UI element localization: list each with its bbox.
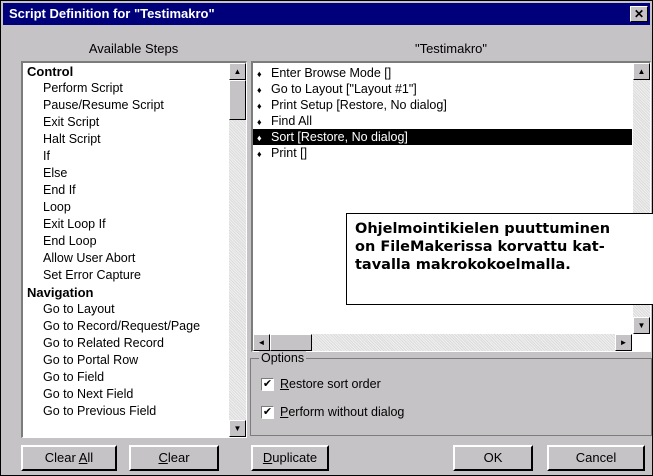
script-step-row[interactable]: ♦ Print [] xyxy=(253,145,632,161)
script-name-header: "Testimakro" xyxy=(414,41,488,56)
script-step-text: Sort [Restore, No dialog] xyxy=(271,130,408,144)
available-step-item[interactable]: Allow User Abort xyxy=(23,250,200,267)
clear-button[interactable]: Clear xyxy=(129,445,219,471)
available-step-item[interactable]: Pause/Resume Script xyxy=(23,97,200,114)
available-step-item[interactable]: Go to Previous Field xyxy=(23,403,200,420)
script-step-row[interactable]: ♦ Print Setup [Restore, No dialog] xyxy=(253,97,632,113)
restore-sort-order-checkbox[interactable]: ✔ xyxy=(261,378,274,392)
scroll-left-button[interactable]: ◄ xyxy=(253,334,270,351)
scroll-right-button[interactable]: ► xyxy=(615,334,632,351)
options-group: Options ✔ Restore sort order ✔ Perform wit… xyxy=(250,351,652,436)
script-step-text: Print [] xyxy=(271,146,308,160)
available-step-item[interactable]: Loop xyxy=(23,199,200,216)
script-step-row[interactable]: ♦ Sort [Restore, No dialog] xyxy=(253,129,632,145)
available-steps-items: Control Perform Script Pause/Resume Script… xyxy=(23,63,200,420)
available-steps-list[interactable]: Control Perform Script Pause/Resume Script… xyxy=(21,61,247,438)
scroll-up-button[interactable]: ▲ xyxy=(633,63,650,80)
ok-label: OK xyxy=(483,450,503,465)
script-definition-dialog: Script Definition for "Testimakro" ✕ Ava… xyxy=(0,0,653,476)
script-step-row[interactable]: ♦ Find All xyxy=(253,113,632,129)
available-step-item[interactable]: Go to Field xyxy=(23,369,200,386)
move-handle-icon[interactable]: ♦ xyxy=(257,114,271,130)
annotation-line: on FileMakerissa korvattu kat- xyxy=(355,239,605,255)
available-step-item[interactable]: End Loop xyxy=(23,233,200,250)
available-step-item[interactable]: Go to Portal Row xyxy=(23,352,200,369)
clear-all-label: Clear All xyxy=(44,450,94,465)
clear-all-button[interactable]: Clear All xyxy=(21,445,117,471)
horizontal-scroll-thumb[interactable] xyxy=(270,334,312,351)
available-step-item[interactable]: If xyxy=(23,148,200,165)
script-steps-items: ♦ Enter Browse Mode [] ♦ Go to Layout ["Lay… xyxy=(253,65,632,161)
perform-without-dialog-checkbox[interactable]: ✔ xyxy=(261,406,274,420)
move-handle-icon[interactable]: ♦ xyxy=(257,146,271,162)
move-handle-icon[interactable]: ♦ xyxy=(257,130,271,146)
annotation-callout: Ohjelmointikielen puuttuminen on FileMak… xyxy=(346,213,653,305)
step-category: Control xyxy=(27,64,74,79)
script-horizontal-scrollbar[interactable]: ◄ ► xyxy=(253,334,632,351)
restore-sort-order-label: Restore sort order xyxy=(280,377,381,391)
close-button[interactable]: ✕ xyxy=(630,6,648,22)
perform-without-dialog-option[interactable]: ✔ Perform without dialog xyxy=(261,405,404,421)
available-step-item[interactable]: Go to Layout xyxy=(23,301,200,318)
available-step-item[interactable]: Halt Script xyxy=(23,131,200,148)
clear-label: Clear xyxy=(158,450,190,465)
step-category: Navigation xyxy=(27,285,94,300)
available-step-item[interactable]: Else xyxy=(23,165,200,182)
available-step-item[interactable]: Exit Loop If xyxy=(23,216,200,233)
available-steps-scrollbar[interactable]: ▲ ▼ xyxy=(229,63,246,437)
options-legend: Options xyxy=(259,351,307,365)
move-handle-icon[interactable]: ♦ xyxy=(257,82,271,98)
script-step-text: Print Setup [Restore, No dialog] xyxy=(271,98,447,112)
title-bar[interactable]: Script Definition for "Testimakro" ✕ xyxy=(3,3,650,25)
available-step-item[interactable]: Go to Next Field xyxy=(23,386,200,403)
available-step-item[interactable]: Go to Record/Request/Page xyxy=(23,318,200,335)
scroll-thumb[interactable] xyxy=(229,80,246,120)
move-handle-icon[interactable]: ♦ xyxy=(257,98,271,114)
available-step-item[interactable]: Set Error Capture xyxy=(23,267,200,284)
available-step-item[interactable]: Exit Script xyxy=(23,114,200,131)
script-step-text: Find All xyxy=(271,114,312,128)
scroll-down-button[interactable]: ▼ xyxy=(229,420,246,437)
window-title: Script Definition for "Testimakro" xyxy=(9,6,215,21)
script-step-text: Go to Layout ["Layout #1"] xyxy=(271,82,417,96)
cancel-label: Cancel xyxy=(575,450,617,465)
close-icon: ✕ xyxy=(633,7,645,21)
available-step-item[interactable]: End If xyxy=(23,182,200,199)
script-step-row[interactable]: ♦ Go to Layout ["Layout #1"] xyxy=(253,81,632,97)
script-step-row[interactable]: ♦ Enter Browse Mode [] xyxy=(253,65,632,81)
script-steps-list[interactable]: ♦ Enter Browse Mode [] ♦ Go to Layout ["Lay… xyxy=(251,61,651,352)
duplicate-label: Duplicate xyxy=(262,450,318,465)
scroll-up-button[interactable]: ▲ xyxy=(229,63,246,80)
available-step-item[interactable]: Perform Script xyxy=(23,80,200,97)
script-step-text: Enter Browse Mode [] xyxy=(271,66,392,80)
available-step-item[interactable]: Go to Related Record xyxy=(23,335,200,352)
annotation-line: Ohjelmointikielen puuttuminen xyxy=(355,221,611,237)
scroll-down-button[interactable]: ▼ xyxy=(633,317,650,334)
restore-sort-order-option[interactable]: ✔ Restore sort order xyxy=(261,377,381,393)
cancel-button[interactable]: Cancel xyxy=(547,445,645,471)
duplicate-button[interactable]: Duplicate xyxy=(251,445,329,471)
available-steps-header: Available Steps xyxy=(88,41,179,56)
annotation-line: tavalla makrokokoelmalla. xyxy=(355,257,571,273)
move-handle-icon[interactable]: ♦ xyxy=(257,66,271,82)
perform-without-dialog-label: Perform without dialog xyxy=(280,405,405,419)
ok-button[interactable]: OK xyxy=(453,445,533,471)
